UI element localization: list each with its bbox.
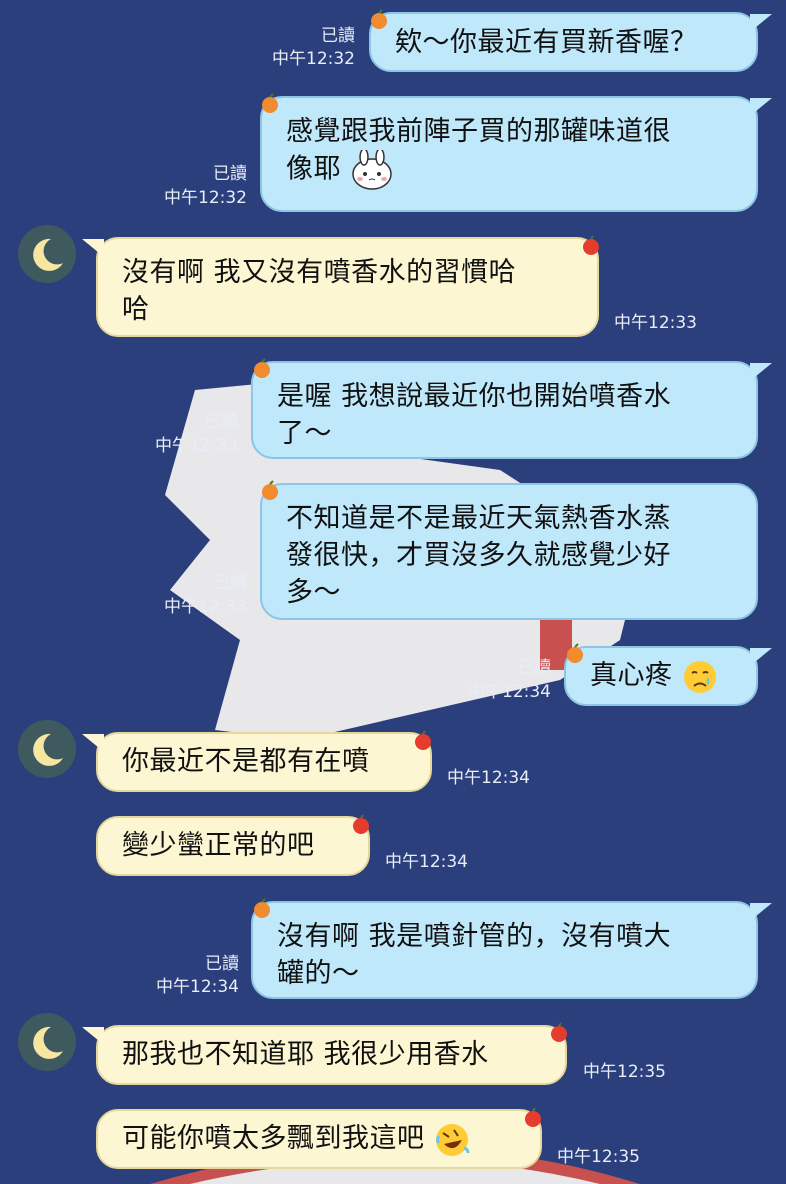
bubble-tail [82,239,104,257]
message-bubble[interactable]: 真心疼 [564,646,758,706]
read-receipt: 已讀 [204,412,238,432]
bubble-tail [750,648,772,666]
read-receipt: 已讀 [517,658,551,678]
contact-avatar[interactable] [18,1013,76,1071]
message-bubble[interactable]: 不知道是不是最近天氣熱香水蒸 發很快，才買沒多久就感覺少好 多～ [260,483,758,620]
message-time: 中午12:33 [164,597,247,617]
bunny-sticker-emoji [352,150,392,190]
message-text: 發很快，才買沒多久就感覺少好 [286,540,671,571]
apple-sticker-icon [353,814,369,834]
read-receipt: 已讀 [213,164,247,184]
message-bubble[interactable]: 沒有啊 我是噴針管的，沒有噴大 罐的～ [251,901,758,999]
message-text: 變少蠻正常的吧 [122,830,315,861]
message-bubble[interactable]: 變少蠻正常的吧 [96,816,370,876]
message-text: 是喔 我想說最近你也開始噴香水 [277,381,672,412]
message-time: 中午12:34 [447,768,530,788]
message-time: 中午12:34 [156,977,239,997]
message-bubble[interactable]: 感覺跟我前陣子買的那罐味道很 像耶 [260,96,758,212]
crying-face-emoji [683,660,716,693]
message-text: 了～ [277,418,332,449]
moon-icon [33,733,63,766]
contact-avatar[interactable] [18,720,76,778]
apple-sticker-icon [551,1022,567,1042]
message-time: 中午12:32 [164,188,247,208]
bubble-tail [750,903,772,921]
orange-sticker-icon [254,898,270,918]
message-text: 欸～你最近有買新香喔？ [395,27,698,58]
apple-sticker-icon [525,1107,541,1127]
moon-icon [33,238,63,271]
orange-sticker-icon [254,358,270,378]
message-text: 真心疼 [590,660,673,691]
bubble-tail [750,363,772,381]
bubble-tail [82,734,104,752]
message-text: 罐的～ [277,958,360,989]
message-text: 像耶 [286,153,341,185]
message-time: 中午12:34 [468,682,551,702]
message-text: 不知道是不是最近天氣熱香水蒸 [286,503,671,534]
message-bubble[interactable]: 沒有啊 我又沒有噴香水的習慣哈 哈 [96,237,599,337]
orange-sticker-icon [262,93,278,113]
orange-sticker-icon [262,480,278,500]
bubble-tail [82,1027,104,1045]
message-text: 哈 [122,294,150,325]
message-bubble[interactable]: 是喔 我想說最近你也開始噴香水 了～ [251,361,758,459]
message-time: 中午12:35 [557,1147,640,1167]
apple-sticker-icon [415,730,431,750]
bubble-tail [750,14,772,32]
read-receipt: 已讀 [213,573,247,593]
message-text: 沒有啊 我又沒有噴香水的習慣哈 [122,257,517,288]
bubble-tail [750,98,772,116]
read-receipt: 已讀 [205,954,239,974]
message-text: 那我也不知道耶 我很少用香水 [122,1039,489,1070]
message-text: 可能你噴太多飄到我這吧 [122,1123,425,1154]
message-text: 沒有啊 我是噴針管的，沒有噴大 [277,921,672,952]
message-time: 中午12:33 [155,436,238,456]
orange-sticker-icon [371,9,387,29]
orange-sticker-icon [567,643,583,663]
contact-avatar[interactable] [18,225,76,283]
moon-icon [33,1026,63,1059]
read-receipt: 已讀 [321,26,355,46]
message-bubble[interactable]: 那我也不知道耶 我很少用香水 [96,1025,567,1085]
message-bubble[interactable]: 欸～你最近有買新香喔？ [369,12,758,72]
message-time: 中午12:32 [272,49,355,69]
message-text: 感覺跟我前陣子買的那罐味道很 [286,116,671,147]
apple-sticker-icon [583,235,599,255]
message-bubble[interactable]: 可能你噴太多飄到我這吧 [96,1109,542,1169]
message-bubble[interactable]: 你最近不是都有在噴 [96,732,432,792]
message-time: 中午12:35 [583,1062,666,1082]
message-time: 中午12:33 [614,313,697,333]
message-text: 你最近不是都有在噴 [122,746,370,777]
rofl-emoji [435,1123,470,1156]
message-time: 中午12:34 [385,852,468,872]
message-text: 多～ [286,577,341,608]
